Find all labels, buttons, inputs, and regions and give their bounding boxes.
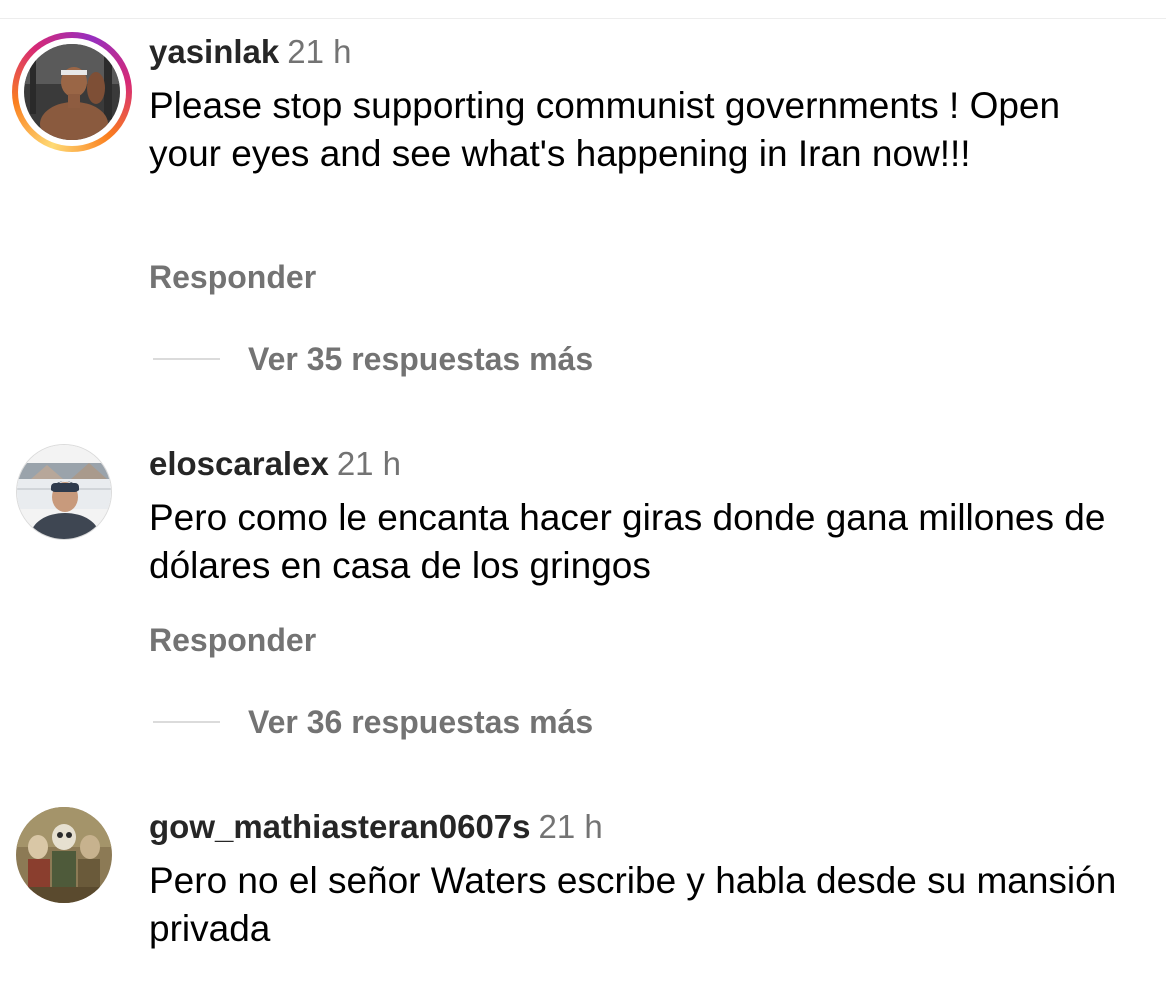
avatar-image [16, 807, 112, 903]
avatar[interactable] [16, 807, 112, 903]
comment-text: Pero no el señor Waters escribe y habla … [149, 860, 1117, 949]
username[interactable]: yasinlak [149, 33, 279, 70]
view-replies-button[interactable]: Ver 36 respuestas más [153, 702, 593, 742]
view-replies-label: Ver 36 respuestas más [248, 703, 594, 740]
avatar[interactable] [12, 32, 132, 152]
view-replies-label: Ver 35 respuestas más [248, 340, 594, 377]
avatar[interactable] [16, 444, 112, 540]
username[interactable]: gow_mathiasteran0607s [149, 808, 531, 845]
avatar-image [24, 44, 120, 140]
comment-text: Please stop supporting communist governm… [149, 85, 1061, 174]
timestamp: 21 h [336, 445, 402, 482]
timestamp: 21 h [287, 33, 352, 70]
reply-button[interactable]: Responder [149, 622, 316, 659]
comment-text: Pero como le encanta hacer giras donde g… [149, 497, 1106, 586]
avatar-image [17, 445, 111, 539]
replies-divider-line [153, 358, 220, 360]
timestamp: 21 h [538, 808, 603, 845]
view-replies-button[interactable]: Ver 35 respuestas más [153, 339, 593, 379]
top-divider [0, 18, 1166, 19]
reply-button[interactable]: Responder [149, 259, 316, 296]
replies-divider-line [153, 721, 220, 723]
username[interactable]: eloscaralex [149, 445, 329, 482]
